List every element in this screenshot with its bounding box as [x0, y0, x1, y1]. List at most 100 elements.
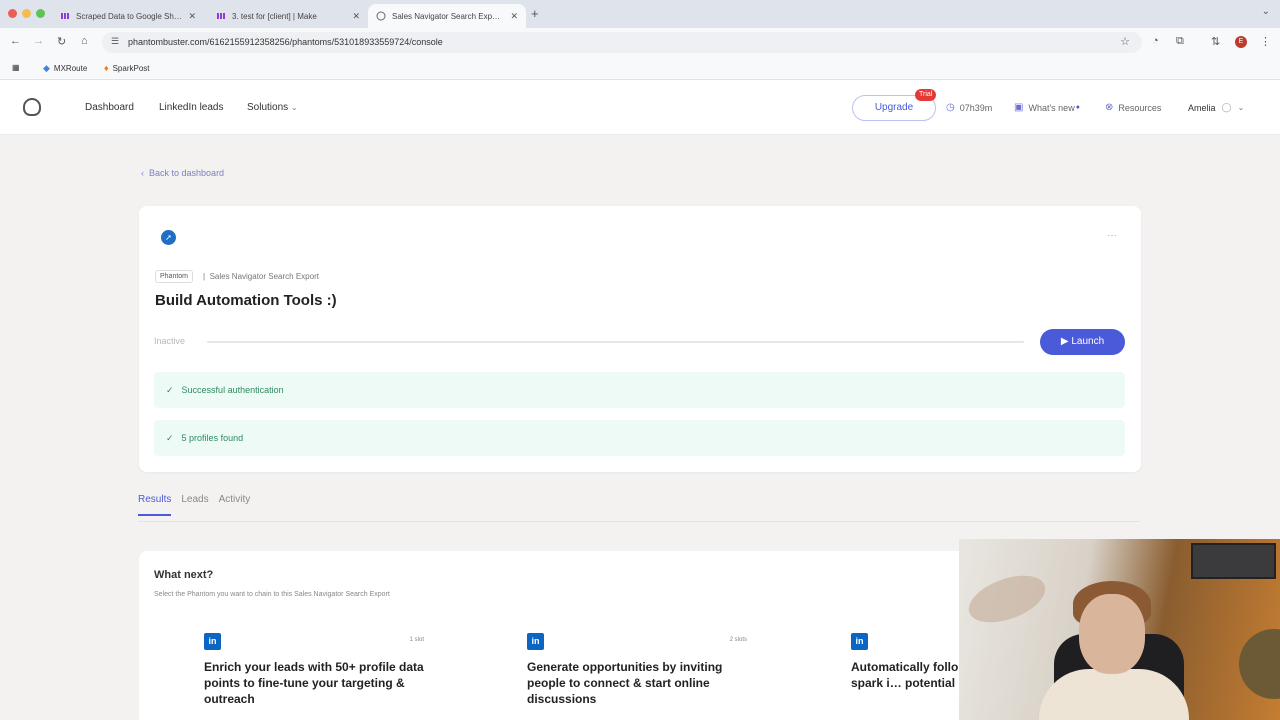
bookmark-label: MXRoute — [53, 64, 88, 73]
suggestion-card[interactable]: in 2 slots Generate opportunities by inv… — [527, 633, 747, 707]
linkedin-icon: in — [204, 633, 221, 650]
compass-icon: ➚ — [161, 230, 176, 245]
site-info-icon[interactable]: ☰ — [111, 36, 119, 47]
more-options-icon[interactable]: ··· — [1107, 230, 1117, 241]
browser-tab-1[interactable]: Scraped Data to Google Sh… ✕ — [52, 4, 204, 28]
slots-label: 2 slots — [729, 637, 747, 643]
success-message: ✓ Successful authentication — [154, 372, 1125, 408]
back-to-dashboard-link[interactable]: ‹ Back to dashboard — [141, 168, 224, 178]
browser-menu-icon[interactable]: ⋮ — [1260, 35, 1271, 48]
launch-button[interactable]: ▶ Launch — [1040, 329, 1125, 355]
chevron-down-icon: ⌄ — [1237, 103, 1245, 112]
app-header: Dashboard LinkedIn leads Solutions ⌄ Upg… — [0, 80, 1280, 135]
forward-arrow-icon[interactable]: → — [33, 35, 44, 47]
bookmark-label: SparkPost — [112, 63, 150, 73]
close-window-button[interactable] — [8, 9, 17, 18]
result-tabs: Results Leads Activity — [138, 494, 260, 516]
whats-new-label: What's new — [1028, 102, 1075, 113]
close-tab-icon[interactable]: ✕ — [510, 11, 518, 22]
browser-tab-title: Scraped Data to Google Sh… — [76, 11, 182, 21]
minimize-window-button[interactable] — [22, 9, 31, 18]
chevron-left-icon: ‹ — [141, 168, 144, 178]
notification-dot-icon: ● — [1075, 104, 1080, 111]
make-favicon-icon — [61, 13, 69, 19]
success-message: ✓ 5 profiles found — [154, 420, 1125, 456]
browser-tab-title: Sales Navigator Search Exp… — [392, 11, 501, 21]
chevron-down-icon: ⌄ — [290, 103, 298, 112]
tab-leads[interactable]: Leads — [181, 494, 208, 516]
maximize-window-button[interactable] — [36, 9, 45, 18]
phantom-tag: Phantom — [155, 270, 194, 283]
launch-label: Launch — [1071, 336, 1105, 347]
play-icon: ▶ — [1060, 336, 1069, 347]
suggestion-text: Enrich your leads with 50+ profile data … — [204, 660, 424, 706]
clock-icon: ◷ — [946, 102, 955, 113]
phantom-card: ➚ ··· Phantom | Sales Navigator Search E… — [139, 206, 1141, 472]
tab-results[interactable]: Results — [138, 494, 172, 516]
mxroute-icon: ◆ — [43, 63, 50, 73]
nav-linkedin-leads[interactable]: LinkedIn leads — [159, 102, 224, 113]
close-tab-icon[interactable]: ✕ — [188, 11, 196, 22]
tab-search-chevron-icon[interactable]: ⌄ — [1262, 6, 1270, 17]
wall-picture — [1191, 543, 1276, 579]
home-icon[interactable]: ⌂ — [81, 35, 88, 47]
address-bar-url: phantombuster.com/6162155912358256/phant… — [128, 37, 443, 47]
phantom-title: Build Automation Tools :) — [155, 292, 337, 309]
time-remaining[interactable]: ◷ 07h39m — [946, 102, 992, 113]
extension-icon[interactable]: ◔ — [1152, 35, 1159, 47]
make-favicon-icon — [217, 13, 225, 19]
bookmark-sparkpost[interactable]: ♦ SparkPost — [104, 63, 150, 73]
sparkpost-flame-icon: ♦ — [104, 63, 109, 73]
phantombuster-logo-icon[interactable] — [23, 98, 41, 116]
time-remaining-value: 07h39m — [959, 102, 993, 113]
user-avatar-icon: ◯ — [1221, 102, 1232, 112]
phantom-type-label: Sales Navigator Search Export — [209, 272, 319, 281]
new-tab-button[interactable]: + — [531, 6, 539, 21]
suggestion-card[interactable]: in 1 slot Enrich your leads with 50+ pro… — [204, 633, 424, 707]
presenter-face — [1079, 594, 1145, 674]
success-text: Successful authentication — [181, 385, 284, 395]
progress-track — [207, 341, 1024, 343]
reload-icon[interactable]: ↻ — [57, 35, 66, 48]
phantom-type: | Sales Navigator Search Export — [203, 272, 319, 281]
what-next-title: What next? — [154, 569, 214, 581]
checkmark-icon: ✓ — [166, 432, 174, 443]
linkedin-icon: in — [851, 633, 868, 650]
resources-link[interactable]: ⊗ Resources — [1105, 102, 1161, 113]
browser-tab-3-active[interactable]: Sales Navigator Search Exp… ✕ — [368, 4, 526, 28]
browser-tab-title: 3. test for [client] | Make — [232, 11, 317, 21]
linkedin-icon: in — [527, 633, 544, 650]
webcam-overlay — [959, 539, 1280, 720]
globe — [1239, 629, 1280, 699]
lifebuoy-icon: ⊗ — [1105, 102, 1114, 113]
gift-icon: ▣ — [1014, 102, 1024, 113]
browser-tab-2[interactable]: 3. test for [client] | Make ✕ — [208, 4, 368, 28]
what-next-subtitle: Select the Phantom you want to chain to … — [154, 591, 390, 598]
apps-grid-icon[interactable]: ▦ — [12, 63, 20, 72]
bookmark-star-icon[interactable]: ☆ — [1120, 35, 1130, 48]
divider — [138, 521, 1140, 522]
profile-avatar[interactable]: E — [1235, 36, 1247, 48]
close-tab-icon[interactable]: ✕ — [352, 11, 360, 22]
bookmarks-bar: ▦ ◆ MXRoute ♦ SparkPost — [0, 57, 1280, 80]
extensions-puzzle-icon[interactable]: ⧉ — [1176, 35, 1184, 48]
nav-solutions[interactable]: Solutions ⌄ — [247, 102, 298, 113]
back-arrow-icon[interactable]: ← — [10, 35, 21, 47]
tab-activity[interactable]: Activity — [219, 494, 251, 516]
presenter-body — [1039, 669, 1189, 720]
nav-solutions-label: Solutions — [247, 102, 289, 113]
resources-label: Resources — [1118, 102, 1162, 113]
extension-icon[interactable]: ⇅ — [1211, 35, 1220, 48]
browser-tab-strip: Scraped Data to Google Sh… ✕ 3. test for… — [0, 0, 1280, 28]
phantombuster-favicon-icon — [376, 11, 386, 21]
browser-toolbar: ← → ↻ ⌂ ☰ phantombuster.com/616215591235… — [0, 28, 1280, 57]
whats-new-link[interactable]: ▣ What's new ● — [1014, 102, 1080, 113]
status-label: Inactive — [154, 336, 186, 346]
nav-dashboard[interactable]: Dashboard — [85, 102, 134, 113]
bookmark-mxroute[interactable]: ◆ MXRoute — [43, 63, 87, 74]
address-bar[interactable]: ☰ phantombuster.com/6162155912358256/pha… — [102, 32, 1142, 53]
user-menu[interactable]: Amelia ◯ ⌄ — [1188, 102, 1244, 113]
phantom-tag-row: Phantom | Sales Navigator Search Export — [155, 270, 319, 283]
trial-badge: Trial — [915, 89, 937, 101]
checkmark-icon: ✓ — [166, 384, 174, 395]
